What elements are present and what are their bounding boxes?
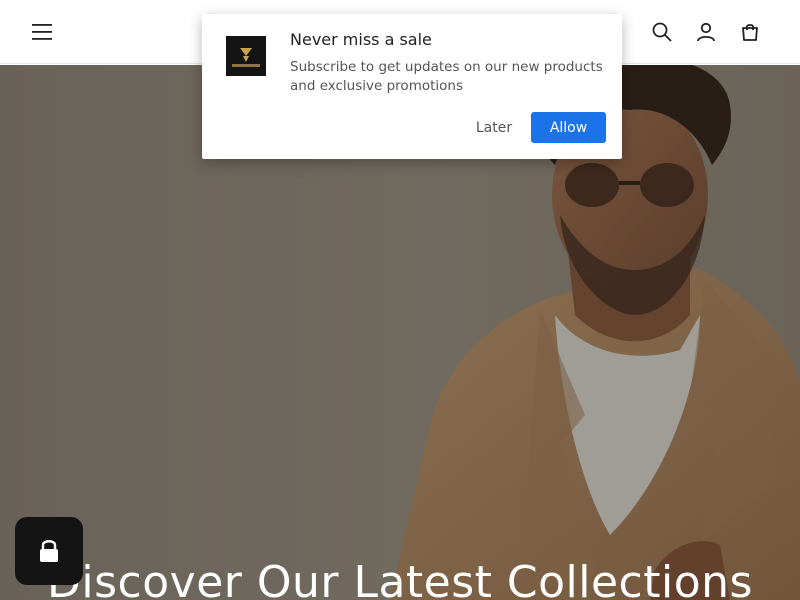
account-button[interactable] <box>690 16 722 48</box>
allow-button[interactable]: Allow <box>531 112 606 143</box>
hero-title: Discover Our Latest Collections <box>47 557 753 600</box>
popup-title: Never miss a sale <box>290 30 432 49</box>
open-widget-button[interactable] <box>15 517 83 585</box>
lock-icon <box>40 540 58 562</box>
cart-button[interactable] <box>734 16 766 48</box>
search-button[interactable] <box>646 16 678 48</box>
store-logo <box>226 36 266 76</box>
later-button[interactable]: Later <box>462 112 526 143</box>
shopping-bag-icon <box>742 24 758 41</box>
hamburger-menu-icon <box>32 24 52 40</box>
user-account-icon <box>697 22 715 42</box>
search-icon <box>652 22 672 42</box>
push-notification-popup: Never miss a sale Subscribe to get updat… <box>202 14 622 159</box>
popup-message: Subscribe to get updates on our new prod… <box>290 59 603 94</box>
menu-button[interactable] <box>26 16 58 48</box>
